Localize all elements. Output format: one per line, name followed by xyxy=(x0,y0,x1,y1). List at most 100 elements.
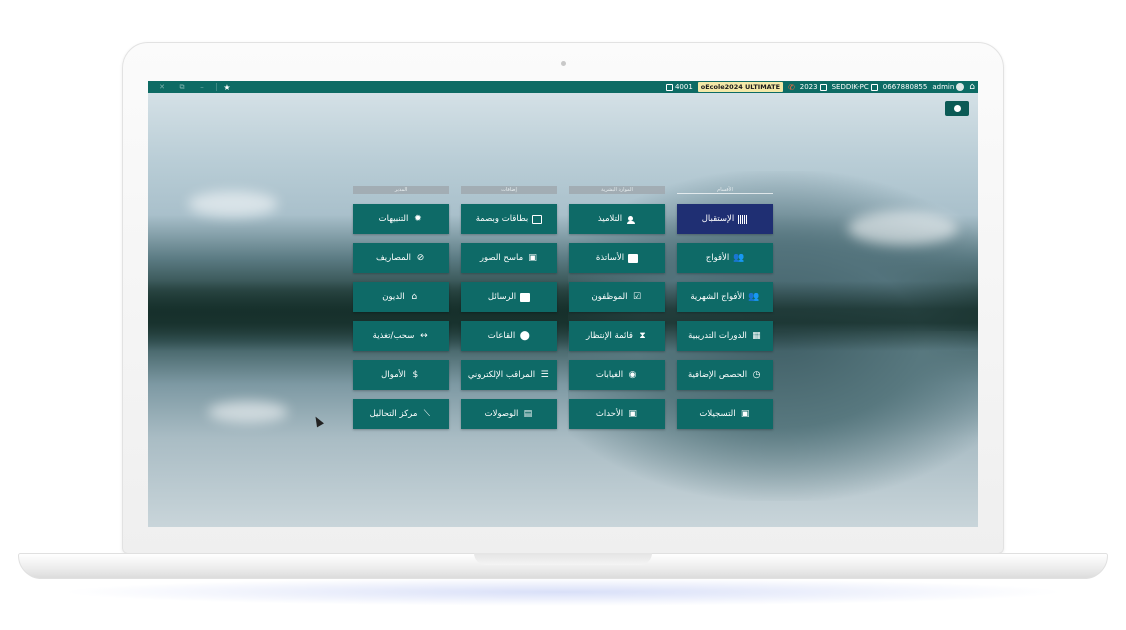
tile-label: الأموال xyxy=(381,370,406,380)
tile-label: الأفواج الشهرية xyxy=(690,292,745,302)
computer-item: SEDDIK-PC xyxy=(832,83,878,91)
tile-label: سحب/تغذية xyxy=(372,331,415,341)
card-icon xyxy=(532,214,543,224)
tile-employees[interactable]: ☑ الموظفون xyxy=(569,282,665,312)
column-hr: الموارد البشرية التلاميذ الأساتذة ☑ الموظ… xyxy=(569,186,665,438)
tile-waiting-list[interactable]: ⧗ قائمة الإنتظار xyxy=(569,321,665,351)
module-grid: المدير ✹ التنبيهات ⊘ المصاريف ⌂ الديون ↔ سحب… xyxy=(353,186,773,429)
app-screen: ✕ ⧉ – ★ 4001 oEcole2024 ULTIMATE ✆ 2023 xyxy=(148,81,978,527)
tile-label: الأحداث xyxy=(595,409,624,419)
product-badge[interactable]: oEcole2024 ULTIMATE xyxy=(697,82,784,92)
calendar-icon: ▣ xyxy=(740,408,750,419)
line-chart-icon: ⟋ xyxy=(423,408,431,419)
tile-reception[interactable]: الإستقبال xyxy=(677,204,773,234)
tile-analytics[interactable]: ⟋ مركز التحاليل xyxy=(353,399,449,429)
column-heading: الأقسام xyxy=(677,186,773,194)
user-name: admin xyxy=(932,83,955,91)
tile-events[interactable]: ▣ الأحداث xyxy=(569,399,665,429)
tile-training-courses[interactable]: ▦ الدورات التدريبية xyxy=(677,321,773,351)
tile-messages[interactable]: الرسائل xyxy=(461,282,557,312)
barcode-icon xyxy=(738,214,749,224)
tile-label: قائمة الإنتظار xyxy=(586,331,633,341)
location-pin-icon: ⬤ xyxy=(519,330,530,341)
tile-label: الديون xyxy=(382,292,405,302)
column-extras: إضافات بطاقات وبصمة ▣ ماسح الصور الرسائل … xyxy=(461,186,557,438)
phone-item: 0667880855 xyxy=(883,83,928,91)
tile-label: الحصص الإضافية xyxy=(687,370,748,380)
checklist-icon: ☑ xyxy=(632,291,642,302)
tile-alerts[interactable]: ✹ التنبيهات xyxy=(353,204,449,234)
portrait-icon: ▣ xyxy=(528,252,537,263)
tile-label: المصاريف xyxy=(375,253,412,263)
tile-label: ماسح الصور xyxy=(479,253,524,263)
laptop-shadow xyxy=(60,578,1066,606)
tile-label: الأساتذة xyxy=(595,253,625,263)
tile-label: التسجيلات xyxy=(699,409,736,419)
tile-expenses[interactable]: ⊘ المصاريف xyxy=(353,243,449,273)
desktop-stage: ✕ ⧉ – ★ 4001 oEcole2024 ULTIMATE ✆ 2023 xyxy=(0,0,1126,630)
tile-photo-scanner[interactable]: ▣ ماسح الصور xyxy=(461,243,557,273)
minimize-icon[interactable]: – xyxy=(192,83,212,91)
grid-icon: ▦ xyxy=(752,330,761,341)
close-icon[interactable]: ✕ xyxy=(152,83,172,91)
computer-name: SEDDIK-PC xyxy=(831,83,869,91)
receipt-icon: ▤ xyxy=(523,408,533,419)
tile-teachers[interactable]: الأساتذة xyxy=(569,243,665,273)
corner-action-button[interactable] xyxy=(945,101,969,116)
column-heading: الموارد البشرية xyxy=(569,186,665,194)
laptop-notch xyxy=(474,553,652,565)
tile-label: الرسائل xyxy=(487,292,517,302)
tile-label: التلاميذ xyxy=(597,214,623,224)
tile-funds[interactable]: $ الأموال xyxy=(353,360,449,390)
restore-icon[interactable]: ⧉ xyxy=(172,83,192,92)
phone-number: 0667880855 xyxy=(882,83,928,91)
phone-icon: ✆ xyxy=(788,82,795,92)
person-icon xyxy=(626,215,636,224)
tile-absences[interactable]: ◉ الغيابات xyxy=(569,360,665,390)
tile-e-monitor[interactable]: ☰ المراقب الإلكتروني xyxy=(461,360,557,390)
status-area: 4001 oEcole2024 ULTIMATE ✆ 2023 SEDDIK-P… xyxy=(665,81,978,93)
tile-label: الغيابات xyxy=(595,370,624,380)
group-monthly-icon: 👥 xyxy=(748,291,760,302)
user-menu[interactable]: admin xyxy=(932,83,965,91)
license-count: 4001 xyxy=(665,83,693,91)
window-controls: ✕ ⧉ – ★ xyxy=(148,83,233,92)
message-icon xyxy=(520,292,531,302)
tile-label: الدورات التدريبية xyxy=(688,331,747,341)
tile-label: بطاقات وبصمة xyxy=(475,214,529,224)
tile-debts[interactable]: ⌂ الديون xyxy=(353,282,449,312)
column-heading: إضافات xyxy=(461,186,557,194)
tile-withdraw-deposit[interactable]: ↔ سحب/تغذية xyxy=(353,321,449,351)
star-icon[interactable]: ★ xyxy=(221,83,233,92)
tile-cards[interactable]: بطاقات وبصمة xyxy=(461,204,557,234)
money-off-icon: ⊘ xyxy=(416,252,425,263)
license-count-value: 4001 xyxy=(674,83,693,91)
cloud xyxy=(848,211,958,245)
tile-students[interactable]: التلاميذ xyxy=(569,204,665,234)
group-icon: 👥 xyxy=(733,252,745,263)
column-admin: المدير ✹ التنبيهات ⊘ المصاريف ⌂ الديون ↔ سحب… xyxy=(353,186,449,438)
tile-label: الوصولات xyxy=(484,409,519,419)
record-icon: ◉ xyxy=(628,369,637,380)
dollar-icon: $ xyxy=(412,369,419,380)
counter-icon xyxy=(665,83,673,91)
server-icon: ☰ xyxy=(540,369,549,380)
year-item[interactable]: 2023 xyxy=(800,83,827,91)
hand-coin-icon: ⌂ xyxy=(411,291,418,302)
tile-rooms[interactable]: ⬤ القاعات xyxy=(461,321,557,351)
tile-receipts[interactable]: ▤ الوصولات xyxy=(461,399,557,429)
tile-monthly-groups[interactable]: 👥 الأفواج الشهرية xyxy=(677,282,773,312)
briefcase-icon xyxy=(628,253,639,263)
tile-registrations[interactable]: ▣ التسجيلات xyxy=(677,399,773,429)
computer-icon xyxy=(870,83,878,91)
column-departments: الأقسام الإستقبال 👥 الأفواج 👥 الأفواج الشه… xyxy=(677,186,773,438)
tile-label: مركز التحاليل xyxy=(369,409,418,419)
event-icon: ▣ xyxy=(628,408,637,419)
tile-extra-sessions[interactable]: ◷ الحصص الإضافية xyxy=(677,360,773,390)
tile-label: التنبيهات xyxy=(378,214,409,224)
cloud xyxy=(208,401,288,423)
tile-groups[interactable]: 👥 الأفواج xyxy=(677,243,773,273)
calendar-icon xyxy=(819,83,827,91)
clock-icon: ◷ xyxy=(752,369,761,380)
home-icon[interactable]: ⌂ xyxy=(969,82,975,92)
